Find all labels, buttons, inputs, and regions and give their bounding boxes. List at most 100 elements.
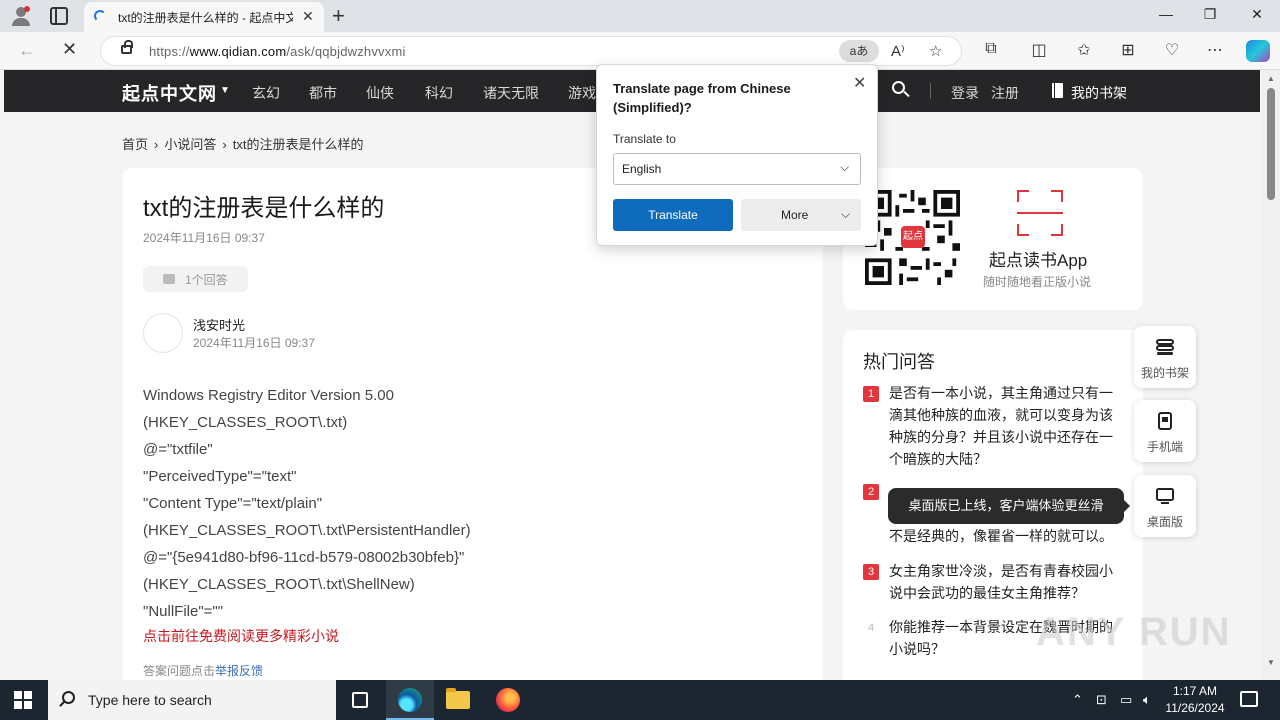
app-name: 起点读书App xyxy=(989,251,1088,270)
window-close-icon[interactable]: ✕ xyxy=(1247,6,1267,23)
language-select-value: English xyxy=(622,162,662,176)
hot-question-text[interactable]: 是否有一本小说，其主角通过只有一滴其他种族的血液，就可以变身为该种族的分身？并且… xyxy=(889,382,1119,470)
read-aloud-icon[interactable]: A⁾ xyxy=(891,42,905,60)
performance-icon[interactable]: ♡ xyxy=(1161,40,1183,60)
nav-item-xuanhuan[interactable]: 玄幻 xyxy=(252,83,280,103)
settings-more-icon[interactable]: ⋯ xyxy=(1204,40,1226,60)
lock-icon[interactable] xyxy=(121,40,133,54)
desktop-tooltip: 桌面版已上线，客户端体验更丝滑 xyxy=(888,488,1130,524)
side-bookshelf-label: 我的书架 xyxy=(1140,366,1189,380)
translate-popup-title: Translate page from Chinese (Simplified)… xyxy=(613,81,791,115)
side-desktop-label: 桌面版 xyxy=(1146,515,1183,529)
side-bookshelf-button[interactable]: 我的书架 xyxy=(1134,326,1196,388)
side-mobile-button[interactable]: 手机端 xyxy=(1134,400,1196,462)
breadcrumb-home[interactable]: 首页 xyxy=(122,134,148,153)
loading-icon xyxy=(94,10,106,22)
people-icon[interactable]: ⊡ xyxy=(1096,692,1107,708)
system-clock[interactable]: 1:17 AM 11/26/2024 xyxy=(1162,683,1228,717)
more-button[interactable]: More ⌵ xyxy=(741,199,861,231)
answer-count-badge[interactable]: 1个回答 xyxy=(143,266,248,292)
rank-badge: 4 xyxy=(867,622,875,634)
bookshelf-link[interactable]: 我的书架 xyxy=(1071,83,1127,103)
answer-body: Windows Registry Editor Version 5.00 (HK… xyxy=(143,382,803,625)
extensions-icon[interactable]: ⧉ xyxy=(980,40,1002,58)
side-desktop-button[interactable]: 桌面版 xyxy=(1134,475,1196,537)
scroll-down-icon[interactable]: ▼ xyxy=(1267,658,1275,667)
taskbar-search-input[interactable]: Type here to search xyxy=(48,680,336,720)
volume-icon[interactable]: 🔈︎ xyxy=(1143,692,1151,708)
answer-line: @="{5e941d80-bf96-11cd-b579-08002b30bfeb… xyxy=(143,549,465,566)
watermark: ANY RUN xyxy=(1036,610,1232,654)
page-title: txt的注册表是什么样的 xyxy=(143,195,385,222)
notification-icon[interactable] xyxy=(1240,691,1258,707)
site-logo[interactable]: 起点中文网 xyxy=(122,80,217,106)
breadcrumb-qa[interactable]: 小说问答 xyxy=(164,134,216,153)
minimize-icon[interactable]: — xyxy=(1156,6,1176,22)
read-more-link[interactable]: 点击前往免费阅读更多精彩小说 xyxy=(143,626,339,646)
chevron-down-icon[interactable]: ▼ xyxy=(220,85,230,96)
chevron-right-icon: › xyxy=(154,137,159,152)
page-scrollbar[interactable]: ▲ ▼ xyxy=(1262,70,1280,680)
nav-item-zhutian[interactable]: 诸天无限 xyxy=(483,83,539,103)
folder-icon xyxy=(446,688,470,709)
favorite-star-icon[interactable]: ☆ xyxy=(929,42,942,60)
split-screen-icon[interactable]: ◫ xyxy=(1028,40,1050,60)
answer-line: (HKEY_CLASSES_ROOT\.txt) xyxy=(143,414,348,431)
report-link[interactable]: 举报反馈 xyxy=(215,664,263,678)
tab-actions-icon[interactable] xyxy=(50,7,68,25)
edge-icon xyxy=(398,688,422,712)
scroll-up-icon[interactable]: ▲ xyxy=(1267,74,1275,83)
breadcrumb: 首页 › 小说问答 › txt的注册表是什么样的 xyxy=(122,134,363,153)
translate-button[interactable]: Translate xyxy=(613,199,733,231)
file-explorer-button[interactable] xyxy=(434,680,482,720)
edge-taskbar-button[interactable] xyxy=(386,680,434,720)
answer-line: @="txtfile" xyxy=(143,441,213,458)
language-select[interactable]: English ⌵ xyxy=(613,153,861,185)
nav-item-kehuan[interactable]: 科幻 xyxy=(425,83,453,103)
address-bar[interactable]: https://www.qidian.com/ask/qqbjdwzhvvxmi… xyxy=(100,36,962,66)
tab-close-icon[interactable]: ✕ xyxy=(302,8,314,25)
hot-question-text[interactable]: 不是经典的，像瞿省一样的就可以。 xyxy=(889,525,1119,547)
hot-question-text[interactable]: 女主角家世冷淡，是否有青春校园小说中会武功的最佳女主角推荐？ xyxy=(889,560,1119,604)
search-icon[interactable] xyxy=(892,81,910,99)
firefox-taskbar-button[interactable] xyxy=(484,680,532,720)
stop-loading-icon[interactable]: ✕ xyxy=(62,39,77,60)
favorites-icon[interactable]: ✩ xyxy=(1073,40,1095,60)
nav-item-dushi[interactable]: 都市 xyxy=(309,83,337,103)
login-link[interactable]: 登录 xyxy=(951,83,979,103)
windows-start-icon[interactable] xyxy=(14,691,32,709)
breadcrumb-current: txt的注册表是什么样的 xyxy=(232,137,364,152)
app-download-card: 起点 起点读书App 随时随地看正版小说 xyxy=(843,168,1143,310)
chevron-down-icon: ⌵ xyxy=(840,160,850,174)
tab-title: txt的注册表是什么样的 - 起点中文网 xyxy=(118,11,293,25)
new-tab-icon[interactable]: + xyxy=(332,3,345,29)
avatar[interactable] xyxy=(143,313,183,353)
bookshelf-icon[interactable] xyxy=(1052,83,1063,98)
url-text[interactable]: https://www.qidian.com/ask/qqbjdwzhvvxmi xyxy=(149,44,406,59)
register-link[interactable]: 注册 xyxy=(991,83,1019,103)
answer-author[interactable]: 浅安时光 xyxy=(193,315,245,334)
task-view-button[interactable] xyxy=(336,680,384,720)
translate-icon[interactable]: aあ xyxy=(839,40,879,62)
close-icon[interactable]: ✕ xyxy=(853,73,866,93)
nav-divider xyxy=(930,83,931,99)
back-icon[interactable]: ← xyxy=(18,40,36,61)
rank-badge: 3 xyxy=(863,564,879,580)
qidian-logo-badge: 起点 xyxy=(901,226,925,248)
collections-icon[interactable]: ⊞ xyxy=(1117,40,1139,60)
browser-tab-active[interactable]: txt的注册表是什么样的 - 起点中文网 ✕ xyxy=(84,2,324,32)
nav-item-youxi[interactable]: 游戏 xyxy=(568,83,596,103)
chevron-up-icon[interactable]: ⌃ xyxy=(1072,692,1083,708)
copilot-icon[interactable] xyxy=(1246,40,1270,62)
tab-strip: txt的注册表是什么样的 - 起点中文网 ✕ + — ❐ ✕ xyxy=(0,0,1280,32)
answer-line: "NullFile"="" xyxy=(143,603,224,620)
network-icon[interactable]: ▭ xyxy=(1120,692,1132,708)
restore-icon[interactable]: ❐ xyxy=(1200,6,1220,23)
profile-icon[interactable] xyxy=(10,6,32,26)
nav-item-xianxia[interactable]: 仙侠 xyxy=(366,83,394,103)
search-icon xyxy=(62,691,75,704)
scrollbar-thumb[interactable] xyxy=(1267,88,1275,200)
rank-badge: 1 xyxy=(863,386,879,402)
answer-line: (HKEY_CLASSES_ROOT\.txt\ShellNew) xyxy=(143,576,415,593)
chevron-right-icon: › xyxy=(222,137,227,152)
